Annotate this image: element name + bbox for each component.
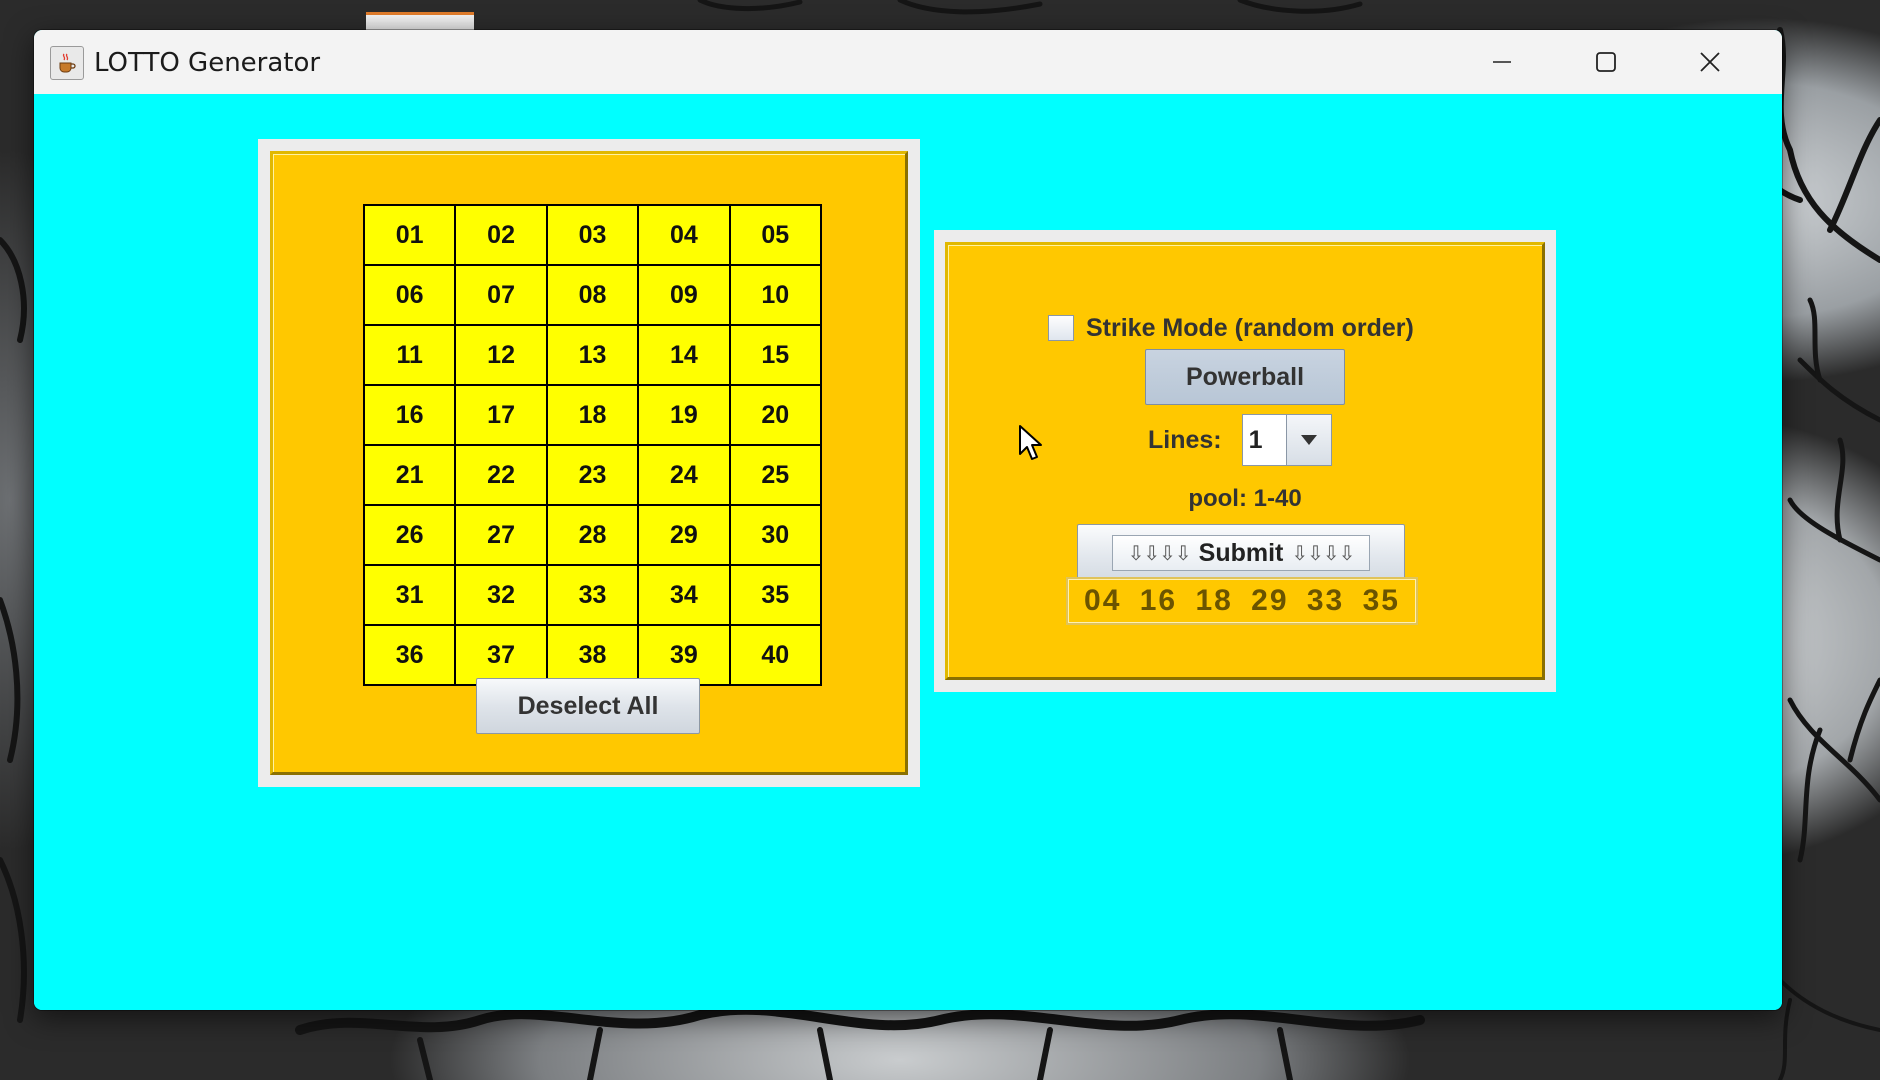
number-cell-25[interactable]: 25 [730, 446, 820, 504]
close-button[interactable] [1658, 30, 1762, 94]
window-title: LOTTO Generator [94, 48, 321, 78]
number-cell-24[interactable]: 24 [639, 446, 729, 504]
minimize-icon [1493, 61, 1511, 63]
number-cell-04[interactable]: 04 [639, 206, 729, 264]
number-cell-11[interactable]: 11 [365, 326, 455, 384]
number-cell-22[interactable]: 22 [456, 446, 546, 504]
number-cell-02[interactable]: 02 [456, 206, 546, 264]
number-cell-20[interactable]: 20 [730, 386, 820, 444]
deselect-all-button[interactable]: Deselect All [476, 678, 700, 734]
powerball-button[interactable]: Powerball [1145, 349, 1345, 405]
number-cell-09[interactable]: 09 [639, 266, 729, 324]
submit-button[interactable]: ⇩⇩⇩⇩ Submit ⇩⇩⇩⇩ [1077, 524, 1405, 582]
strike-mode-row: Strike Mode (random order) [1048, 311, 1414, 345]
number-cell-32[interactable]: 32 [456, 566, 546, 624]
number-cell-07[interactable]: 07 [456, 266, 546, 324]
number-cell-27[interactable]: 27 [456, 506, 546, 564]
number-cell-31[interactable]: 31 [365, 566, 455, 624]
number-cell-35[interactable]: 35 [730, 566, 820, 624]
number-cell-15[interactable]: 15 [730, 326, 820, 384]
maximize-icon [1596, 52, 1616, 72]
number-cell-37[interactable]: 37 [456, 626, 546, 684]
number-cell-16[interactable]: 16 [365, 386, 455, 444]
number-grid: 01 02 03 04 05 06 07 08 09 10 11 12 13 14 15 16 17 18 19 20… [363, 204, 822, 686]
number-cell-17[interactable]: 17 [456, 386, 546, 444]
number-cell-06[interactable]: 06 [365, 266, 455, 324]
number-cell-05[interactable]: 05 [730, 206, 820, 264]
minimize-button[interactable] [1450, 30, 1554, 94]
number-cell-38[interactable]: 38 [547, 626, 638, 684]
title-bar[interactable]: LOTTO Generator [34, 30, 1782, 94]
number-panel-frame: 01 02 03 04 05 06 07 08 09 10 11 12 13 14 15 16 17 18 19 20… [258, 139, 920, 787]
number-cell-28[interactable]: 28 [547, 506, 638, 564]
number-cell-14[interactable]: 14 [639, 326, 729, 384]
number-cell-40[interactable]: 40 [730, 626, 820, 684]
number-cell-33[interactable]: 33 [547, 566, 638, 624]
number-cell-01[interactable]: 01 [365, 206, 455, 264]
number-cell-39[interactable]: 39 [639, 626, 729, 684]
down-arrows-left-icon: ⇩⇩⇩⇩ [1127, 542, 1192, 565]
number-cell-08[interactable]: 08 [547, 266, 638, 324]
java-coffee-icon[interactable] [50, 46, 84, 80]
close-icon [1700, 52, 1720, 72]
number-cell-19[interactable]: 19 [639, 386, 729, 444]
lotto-window: LOTTO Generator 01 02 03 04 05 06 07 08 09 10 11 12… [34, 30, 1782, 1010]
number-cell-36[interactable]: 36 [365, 626, 455, 684]
down-arrows-right-icon: ⇩⇩⇩⇩ [1291, 542, 1355, 565]
number-panel: 01 02 03 04 05 06 07 08 09 10 11 12 13 14 15 16 17 18 19 20… [270, 151, 908, 775]
lines-label: Lines: [1148, 425, 1222, 454]
number-cell-34[interactable]: 34 [639, 566, 729, 624]
number-cell-23[interactable]: 23 [547, 446, 638, 504]
number-cell-18[interactable]: 18 [547, 386, 638, 444]
dropdown-toggle[interactable] [1285, 415, 1331, 465]
lines-row: Lines: 1 [1148, 413, 1332, 467]
number-cell-29[interactable]: 29 [639, 506, 729, 564]
maximize-button[interactable] [1554, 30, 1658, 94]
number-cell-12[interactable]: 12 [456, 326, 546, 384]
number-cell-13[interactable]: 13 [547, 326, 638, 384]
lines-dropdown[interactable]: 1 [1241, 414, 1332, 466]
number-cell-21[interactable]: 21 [365, 446, 455, 504]
client-area: 01 02 03 04 05 06 07 08 09 10 11 12 13 14 15 16 17 18 19 20… [34, 94, 1782, 1010]
submit-label: Submit [1198, 538, 1284, 567]
mouse-cursor-icon [1019, 425, 1042, 460]
strike-mode-checkbox[interactable] [1048, 315, 1074, 341]
lines-value: 1 [1248, 425, 1263, 454]
number-cell-10[interactable]: 10 [730, 266, 820, 324]
result-numbers: 04 16 18 29 33 35 [1066, 577, 1418, 625]
strike-mode-label: Strike Mode (random order) [1086, 313, 1414, 342]
number-cell-03[interactable]: 03 [547, 206, 638, 264]
number-cell-26[interactable]: 26 [365, 506, 455, 564]
chevron-down-icon [1300, 435, 1317, 445]
pool-label: pool: 1-40 [1188, 485, 1302, 512]
number-cell-30[interactable]: 30 [730, 506, 820, 564]
submit-focus-ring: ⇩⇩⇩⇩ Submit ⇩⇩⇩⇩ [1112, 535, 1370, 571]
